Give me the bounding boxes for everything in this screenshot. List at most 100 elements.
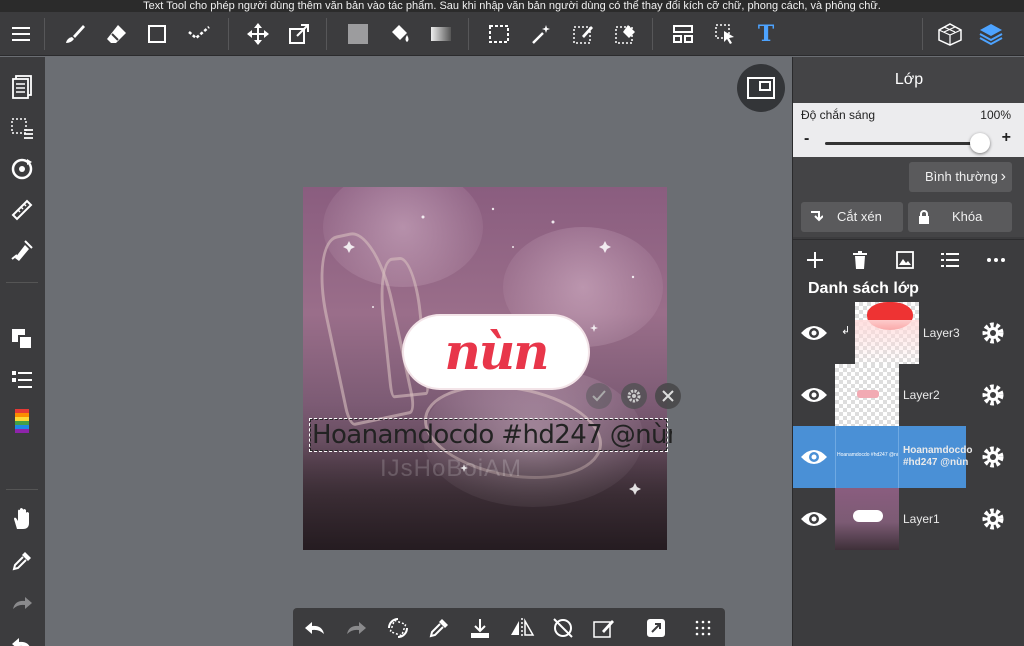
layer-row-main[interactable]: ↲ Layer3: [793, 302, 966, 364]
layer-settings-gear-icon[interactable]: [978, 442, 1008, 472]
bottom-toolbar: [293, 608, 725, 646]
eye-icon[interactable]: [799, 504, 829, 534]
eye-icon[interactable]: [799, 318, 829, 348]
transform-selection-icon[interactable]: [384, 614, 412, 642]
edit-selection-icon[interactable]: [590, 614, 618, 642]
eyedropper-icon[interactable]: [425, 614, 453, 642]
undo-icon[interactable]: [301, 614, 329, 642]
brush-list-icon[interactable]: [7, 365, 37, 395]
text-layer-content[interactable]: Hoanamdocdo #hd247 @nùn: [312, 419, 672, 451]
instruction-banner: Text Tool cho phép người dùng thêm văn b…: [0, 0, 1024, 12]
top-toolbar: T: [0, 12, 1024, 56]
layer-row-main[interactable]: Hoanamdocdo #hd247 @nùn Hoanamdocdo #hd2…: [793, 426, 973, 488]
layer-row-active[interactable]: Hoanamdocdo #hd247 @nùn Hoanamdocdo #hd2…: [793, 426, 1024, 488]
blend-mode-label: Bình thường: [925, 169, 998, 184]
layer-list-icon[interactable]: [936, 246, 964, 274]
layer-name: Layer2: [903, 388, 940, 402]
lock-label: Khóa: [952, 209, 983, 224]
undo-icon[interactable]: [7, 629, 37, 646]
layer-thumbnail: [855, 302, 919, 364]
layer-name: Hoanamdocdo #hd247 @nùn: [903, 445, 973, 468]
3d-icon[interactable]: [935, 19, 965, 49]
gradient-icon[interactable]: [426, 19, 456, 49]
select-pen-icon[interactable]: [568, 19, 598, 49]
layer-row[interactable]: Layer1: [793, 488, 1024, 550]
clipping-button[interactable]: Cắt xén: [801, 202, 903, 232]
opacity-slider-track[interactable]: [825, 142, 979, 145]
save-icon[interactable]: [466, 614, 494, 642]
layer-row-main[interactable]: Layer1: [793, 488, 966, 550]
select-move-icon[interactable]: [710, 19, 740, 49]
rotate-canvas-icon[interactable]: [7, 154, 37, 184]
layer-panel: Lớp Độ chắn sáng 100% - + Bình thường › …: [792, 57, 1024, 646]
layers-icon[interactable]: [976, 19, 1006, 49]
blend-mode-row: Bình thường ›: [793, 157, 1024, 199]
add-layer-icon[interactable]: [801, 246, 829, 274]
blend-mode-button[interactable]: Bình thường ›: [909, 162, 1012, 192]
opacity-slider-thumb[interactable]: [970, 133, 990, 153]
layer-list-title: Danh sách lớp: [808, 280, 919, 297]
chevron-right-icon: ›: [1000, 168, 1006, 185]
ruler-icon[interactable]: [7, 195, 37, 225]
left-toolbar: [0, 57, 45, 646]
redo-icon[interactable]: [342, 614, 370, 642]
layer-settings-gear-icon[interactable]: [978, 318, 1008, 348]
select-transform-icon[interactable]: [184, 19, 214, 49]
layer-image-icon[interactable]: [891, 246, 919, 274]
fill-color-icon[interactable]: [343, 19, 373, 49]
flip-horizontal-icon[interactable]: [508, 614, 536, 642]
select-eraser-icon[interactable]: [610, 19, 640, 49]
layer-name: Layer3: [923, 326, 960, 340]
clipping-label: Cắt xén: [837, 209, 882, 224]
pages-icon[interactable]: [7, 72, 37, 102]
clip-indicator-icon: ↲: [841, 325, 851, 337]
more-grid-icon[interactable]: [689, 614, 717, 642]
eye-icon[interactable]: [799, 442, 829, 472]
menu-icon[interactable]: [6, 19, 36, 49]
selection-menu-icon[interactable]: [7, 113, 37, 143]
eraser-icon[interactable]: [101, 19, 131, 49]
text-settings-button[interactable]: [621, 383, 647, 409]
layer-thumbnail: [835, 488, 899, 550]
clip-arrow-icon: [811, 211, 823, 222]
layer-row[interactable]: Layer2: [793, 364, 1024, 426]
color-palette-icon[interactable]: [7, 406, 37, 436]
text-confirm-button[interactable]: [586, 383, 612, 409]
opacity-label: Độ chắn sáng: [801, 108, 876, 122]
transform-icon[interactable]: [284, 19, 314, 49]
opacity-increase-button[interactable]: +: [1002, 129, 1011, 147]
text-tool-glyph: T: [757, 21, 775, 47]
layer-settings-gear-icon[interactable]: [978, 380, 1008, 410]
bucket-icon[interactable]: [385, 19, 415, 49]
layer-tools-row: [793, 239, 1024, 279]
lock-button[interactable]: Khóa: [908, 202, 1012, 232]
layer-name: Layer1: [903, 512, 940, 526]
opacity-value: 100%: [980, 108, 1011, 122]
hand-icon[interactable]: [7, 504, 37, 534]
redo-icon[interactable]: [7, 588, 37, 618]
fullscreen-icon[interactable]: [642, 614, 670, 642]
text-close-button[interactable]: [655, 383, 681, 409]
brush-icon[interactable]: [60, 19, 90, 49]
eye-icon[interactable]: [799, 380, 829, 410]
snap-pen-icon[interactable]: [7, 236, 37, 266]
sticker-nun: nùn: [404, 316, 588, 388]
move-icon[interactable]: [243, 19, 273, 49]
navigator-toggle-button[interactable]: [737, 64, 785, 112]
layer-thumbnail-text: Hoanamdocdo #hd247 @nùn: [837, 452, 899, 458]
eyedropper-icon[interactable]: [7, 546, 37, 576]
lock-icon: [919, 210, 929, 224]
more-options-icon[interactable]: [982, 246, 1010, 274]
delete-layer-icon[interactable]: [846, 246, 874, 274]
rect-select-icon[interactable]: [484, 19, 514, 49]
layout-icon[interactable]: [668, 19, 698, 49]
color-swap-icon[interactable]: [7, 324, 37, 354]
magic-wand-icon[interactable]: [526, 19, 556, 49]
text-tool-icon[interactable]: T: [751, 19, 781, 49]
rotate-reset-icon[interactable]: [549, 614, 577, 642]
layer-row[interactable]: ↲ Layer3: [793, 302, 1024, 364]
opacity-decrease-button[interactable]: -: [804, 130, 809, 148]
shape-icon[interactable]: [142, 19, 172, 49]
layer-row-main[interactable]: Layer2: [793, 364, 966, 426]
layer-settings-gear-icon[interactable]: [978, 504, 1008, 534]
